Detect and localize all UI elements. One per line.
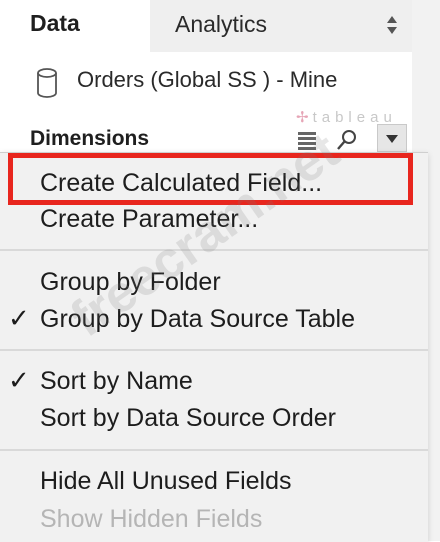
dimensions-title: Dimensions (30, 127, 150, 150)
menu-item-label: Show Hidden Fields (40, 505, 263, 533)
menu-item-sort-by-name[interactable]: ✓ Sort by Name (0, 365, 428, 401)
menu-separator (0, 449, 428, 451)
menu-item-label: Hide All Unused Fields (40, 467, 292, 495)
menu-item-hide-all-unused-fields[interactable]: Hide All Unused Fields (0, 465, 428, 501)
check-icon: ✓ (8, 303, 30, 333)
menu-item-show-hidden-fields: Show Hidden Fields (0, 503, 428, 539)
menu-item-label: Sort by Data Source Order (40, 404, 336, 432)
datasource-row[interactable]: Orders (Global SS ) - Mine (0, 52, 412, 114)
tab-analytics[interactable]: Analytics (150, 0, 412, 53)
search-icon[interactable] (335, 128, 359, 152)
tab-data[interactable]: Data (0, 0, 151, 50)
menu-item-sort-by-data-source-order[interactable]: Sort by Data Source Order (0, 402, 428, 438)
datasource-label: Orders (Global SS ) - Mine (77, 67, 338, 92)
menu-item-group-by-data-source-table[interactable]: ✓ Group by Data Source Table (0, 303, 428, 339)
database-icon (37, 68, 57, 98)
check-icon: ✓ (8, 365, 30, 395)
tab-data-label: Data (30, 10, 80, 36)
tab-analytics-label: Analytics (175, 11, 268, 37)
sort-arrows-icon[interactable] (386, 14, 398, 36)
menu-separator (0, 349, 428, 351)
menu-item-label: Sort by Name (40, 367, 193, 395)
dimensions-menu-button[interactable] (377, 124, 407, 152)
